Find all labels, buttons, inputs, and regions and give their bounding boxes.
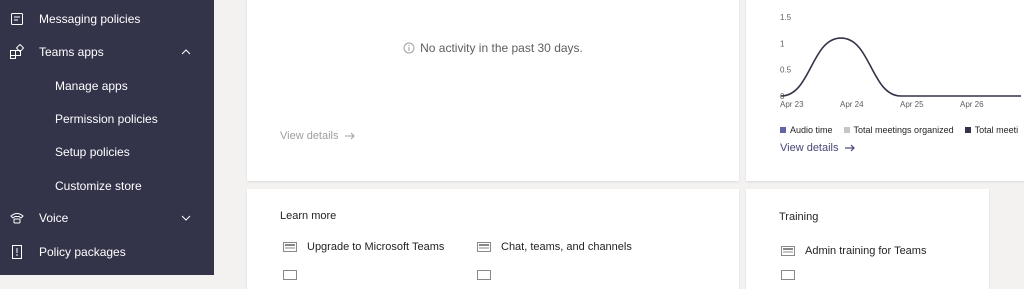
legend-item-total-meetings: Total meeti <box>964 125 1019 135</box>
training-title: Training <box>779 211 819 223</box>
view-details-link[interactable]: View details <box>780 142 856 154</box>
sidebar-item-label: Customize store <box>55 179 142 193</box>
sidebar-item-label: Voice <box>39 211 69 225</box>
y-tick-label: 0.5 <box>780 66 792 75</box>
sidebar-item-label: Setup policies <box>55 145 130 159</box>
link-label: Upgrade to Microsoft Teams <box>307 241 445 253</box>
sidebar-item-label: Teams apps <box>39 45 104 59</box>
learn-more-link[interactable]: Chat, teams, and channels <box>477 241 632 253</box>
voice-icon <box>9 210 25 226</box>
x-tick-label: Apr 25 <box>900 100 924 109</box>
sidebar-item-teams-apps[interactable]: Teams apps <box>0 36 214 68</box>
chevron-down-icon[interactable] <box>180 212 192 224</box>
sidebar-item-label: Permission policies <box>55 112 158 126</box>
chart-legend: Audio time Total meetings organized Tota… <box>780 125 1024 135</box>
document-icon <box>781 246 795 256</box>
y-tick-label: 1 <box>780 39 785 48</box>
legend-label: Audio time <box>790 125 833 135</box>
legend-swatch <box>780 127 786 133</box>
sidebar-item-setup-policies[interactable]: Setup policies <box>0 136 214 168</box>
sidebar: Messaging policies Teams apps Manage app… <box>0 0 214 275</box>
learn-more-card: Learn more Upgrade to Microsoft Teams Ch… <box>247 189 739 289</box>
sidebar-item-policy-packages[interactable]: Policy packages <box>0 236 214 268</box>
legend-item-total-meetings-organized: Total meetings organized <box>843 125 954 135</box>
link-label: Chat, teams, and channels <box>501 241 632 253</box>
sidebar-item-label: Manage apps <box>55 79 128 93</box>
training-link[interactable]: Admin training for Teams <box>781 245 926 257</box>
document-icon <box>781 270 795 280</box>
x-tick-label: Apr 23 <box>780 100 804 109</box>
training-link-partial[interactable] <box>781 270 805 280</box>
arrow-right-icon <box>844 144 856 152</box>
learn-more-link-partial[interactable] <box>477 270 501 280</box>
meetings-card: 0 0.5 1 1.5 Apr 23 Apr 24 Apr 25 Apr 26 Audio t… <box>746 0 1024 181</box>
x-tick-label: Apr 26 <box>960 100 984 109</box>
document-icon <box>477 270 491 280</box>
sidebar-item-label: Policy packages <box>39 245 126 259</box>
sidebar-item-messaging-policies[interactable]: Messaging policies <box>0 3 214 35</box>
series-line <box>780 37 1021 97</box>
learn-more-link[interactable]: Upgrade to Microsoft Teams <box>283 241 444 253</box>
training-card: Training Admin training for Teams <box>746 189 989 289</box>
document-icon <box>283 270 297 280</box>
sidebar-item-label: Messaging policies <box>39 12 141 26</box>
document-icon <box>283 242 297 252</box>
legend-label: Total meeti <box>974 125 1019 135</box>
link-label: Admin training for Teams <box>805 245 927 257</box>
no-activity-message: No activity in the past 30 days. <box>247 41 739 55</box>
learn-more-link-partial[interactable] <box>283 270 307 280</box>
meetings-line-chart: 00.511.5Apr 23 Apr 24 Apr 25 Apr 26 <box>780 13 1021 109</box>
legend-swatch <box>964 127 971 133</box>
legend-item-audio-time: Audio time <box>780 125 833 135</box>
document-icon <box>477 242 491 252</box>
y-tick-label: 1.5 <box>780 13 792 22</box>
policy-packages-icon <box>9 244 25 260</box>
apps-icon <box>9 44 25 60</box>
activity-card: No activity in the past 30 days. View de… <box>247 0 739 181</box>
legend-label: Total meetings organized <box>853 125 954 135</box>
view-details-label: View details <box>280 130 339 142</box>
legend-swatch <box>843 127 850 133</box>
x-tick-label: Apr 24 <box>840 100 864 109</box>
sidebar-item-manage-apps[interactable]: Manage apps <box>0 70 214 102</box>
sidebar-item-customize-store[interactable]: Customize store <box>0 170 214 202</box>
learn-more-title: Learn more <box>280 210 337 222</box>
sidebar-item-voice[interactable]: Voice <box>0 202 214 234</box>
view-details-link[interactable]: View details <box>280 130 356 142</box>
sidebar-item-permission-policies[interactable]: Permission policies <box>0 103 214 135</box>
info-icon <box>403 42 415 54</box>
view-details-label: View details <box>780 142 839 154</box>
arrow-right-icon <box>344 132 356 140</box>
chevron-up-icon[interactable] <box>180 46 192 58</box>
messaging-icon <box>9 11 25 27</box>
no-activity-text: No activity in the past 30 days. <box>420 41 583 55</box>
